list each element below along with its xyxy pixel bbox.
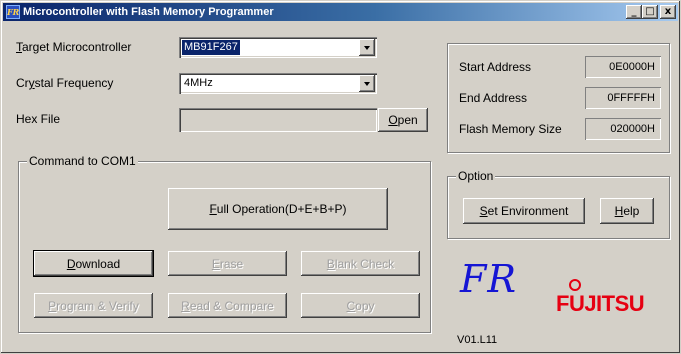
- chevron-down-icon[interactable]: [359, 39, 375, 56]
- download-button[interactable]: Download: [34, 251, 153, 276]
- hex-file-field[interactable]: [179, 108, 377, 132]
- flash-memory-size-label: Flash Memory Size: [459, 122, 562, 136]
- title-bar[interactable]: FR Microcontroller with Flash Memory Pro…: [3, 3, 678, 21]
- crystal-frequency-select[interactable]: 4MHz: [179, 73, 377, 94]
- full-operation-button[interactable]: Full Operation(D+E+B+P): [168, 188, 388, 230]
- chevron-down-icon[interactable]: [359, 75, 375, 92]
- help-button[interactable]: Help: [600, 198, 654, 224]
- fujitsu-logo: FUJITSU: [556, 291, 645, 316]
- fr-logo: FR: [460, 257, 517, 301]
- maximize-button[interactable]: □: [642, 5, 658, 19]
- crystal-frequency-value: 4MHz: [184, 77, 213, 89]
- set-environment-button[interactable]: Set Environment: [463, 198, 585, 224]
- command-group-caption: Command to COM1: [27, 154, 138, 168]
- target-microcontroller-select[interactable]: MB91F267: [179, 37, 377, 58]
- minimize-button[interactable]: _: [626, 5, 642, 19]
- flash-memory-size-value: 020000H: [585, 118, 661, 140]
- fujitsu-infinity-mark: [569, 279, 581, 291]
- target-microcontroller-label: Target Microcontroller: [16, 40, 132, 54]
- window-controls: _ □ x: [626, 5, 676, 19]
- target-microcontroller-value: MB91F267: [182, 40, 240, 55]
- copy-button[interactable]: Copy: [301, 293, 420, 318]
- blank-check-button[interactable]: Blank Check: [301, 251, 420, 276]
- window-title: Microcontroller with Flash Memory Progra…: [23, 6, 274, 18]
- open-button[interactable]: Open: [378, 108, 428, 132]
- app-icon[interactable]: FR: [6, 5, 20, 19]
- end-address-value: 0FFFFFH: [585, 87, 661, 109]
- crystal-frequency-label: Crystal Frequency: [16, 76, 114, 90]
- address-info-panel: Start Address 0E0000H End Address 0FFFFF…: [447, 43, 670, 153]
- erase-button[interactable]: Erase: [168, 251, 287, 276]
- end-address-label: End Address: [459, 91, 528, 105]
- start-address-value: 0E0000H: [585, 56, 661, 78]
- hex-file-label: Hex File: [16, 112, 61, 126]
- version-label: V01.L11: [457, 334, 498, 346]
- close-button[interactable]: x: [660, 5, 676, 19]
- read-compare-button[interactable]: Read & Compare: [168, 293, 287, 318]
- program-verify-button[interactable]: Program & Verify: [34, 293, 153, 318]
- app-window: FR Microcontroller with Flash Memory Pro…: [0, 0, 681, 354]
- option-group-caption: Option: [456, 169, 496, 183]
- start-address-label: Start Address: [459, 60, 532, 74]
